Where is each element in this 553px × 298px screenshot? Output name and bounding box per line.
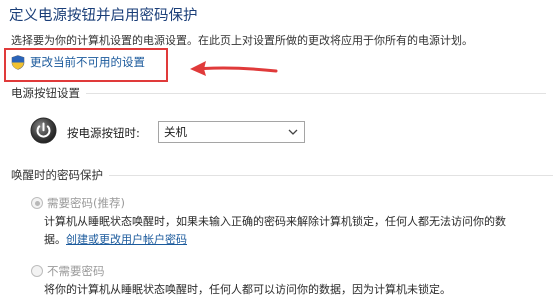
no-password-description: 将你的计算机从睡眠状态唤醒时，任何人都可以访问你的数据，因为计算机未锁定。 <box>44 283 451 296</box>
password-section-title: 唤醒时的密码保护 <box>11 168 103 182</box>
require-password-radio-row[interactable]: 需要密码(推荐) <box>31 195 125 211</box>
page-title: 定义电源按钮并启用密码保护 <box>9 8 198 24</box>
no-password-radio[interactable] <box>31 265 43 277</box>
power-button-section-title: 电源按钮设置 <box>11 86 80 100</box>
require-password-radio[interactable] <box>31 197 43 209</box>
require-password-label: 需要密码(推荐) <box>47 196 125 210</box>
create-or-change-password-link[interactable]: 创建或更改用户帐户密码 <box>66 233 187 246</box>
require-password-description: 计算机从睡眠状态唤醒时，如果未输入正确的密码来解除计算机锁定，任何人都无法访问你… <box>44 215 506 228</box>
section-divider <box>109 174 553 176</box>
no-password-label: 不需要密码 <box>47 264 105 278</box>
section-divider <box>86 92 546 94</box>
power-icon <box>30 117 57 144</box>
power-button-action-label: 按电源按钮时: <box>67 126 140 140</box>
no-password-radio-row[interactable]: 不需要密码 <box>31 263 105 279</box>
require-password-description-prefix: 据。 <box>44 233 66 246</box>
password-section-heading: 唤醒时的密码保护 <box>11 167 553 183</box>
chevron-down-icon <box>288 129 298 135</box>
annotation-highlight-box <box>4 48 168 82</box>
require-password-description-line2: 据。创建或更改用户帐户密码 <box>44 231 187 247</box>
power-button-section-heading: 电源按钮设置 <box>11 85 546 101</box>
power-options-page: 定义电源按钮并启用密码保护 选择要为你的计算机设置的电源设置。在此页上对设置所做… <box>0 0 553 298</box>
power-button-action-value: 关机 <box>164 125 187 139</box>
power-button-action-select[interactable]: 关机 <box>158 121 305 143</box>
page-description: 选择要为你的计算机设置的电源设置。在此页上对设置所做的更改将应用于你所有的电源计… <box>11 34 473 47</box>
annotation-arrow-icon <box>190 61 278 76</box>
